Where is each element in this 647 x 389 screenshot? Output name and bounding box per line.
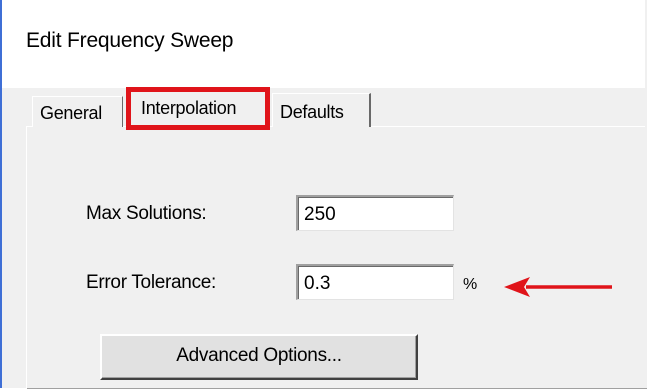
title-bar[interactable]: Edit Frequency Sweep (2, 0, 647, 88)
tab-general-label: General (40, 103, 102, 123)
max-solutions-label: Max Solutions: (86, 203, 207, 224)
tab-defaults[interactable]: Defaults (272, 93, 371, 127)
tab-general[interactable]: General (32, 96, 123, 127)
annotation-arrow-icon (504, 277, 612, 297)
dialog-window: Edit Frequency Sweep General Defaults In… (0, 0, 647, 389)
error-tolerance-unit: % (463, 276, 478, 293)
tab-defaults-label: Defaults (280, 102, 344, 122)
advanced-options-button[interactable]: Advanced Options... (100, 334, 418, 380)
error-tolerance-field[interactable] (296, 264, 454, 300)
dialog-title: Edit Frequency Sweep (26, 29, 234, 52)
tab-interpolation-label: Interpolation (141, 98, 237, 118)
tab-interpolation[interactable]: Interpolation (126, 87, 270, 130)
error-tolerance-label: Error Tolerance: (86, 272, 217, 293)
max-solutions-field[interactable] (296, 195, 454, 231)
